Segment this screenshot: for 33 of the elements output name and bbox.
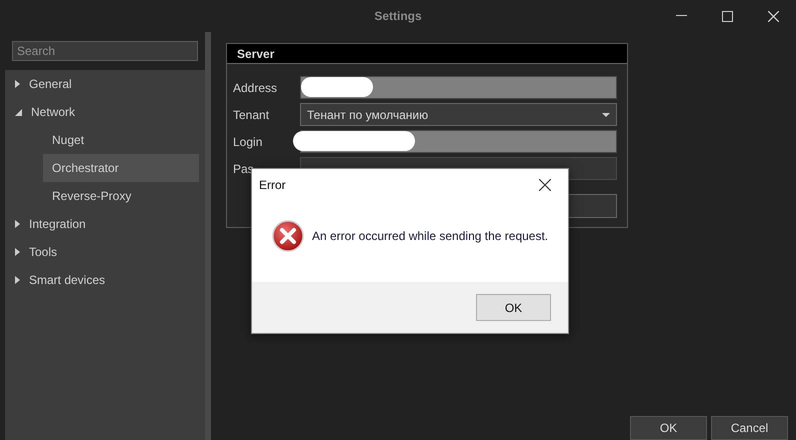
tree-item[interactable]: Network bbox=[5, 98, 199, 126]
tree-item[interactable]: Smart devices bbox=[5, 266, 199, 294]
expand-arrow-icon[interactable] bbox=[15, 276, 20, 284]
error-message: An error occurred while sending the request. bbox=[312, 228, 548, 242]
close-icon bbox=[539, 179, 551, 191]
tree-item[interactable]: Tools bbox=[5, 238, 199, 266]
tree-item[interactable]: General bbox=[5, 70, 199, 98]
group-title: Server bbox=[227, 44, 627, 64]
field-label: Login bbox=[233, 134, 264, 148]
expand-arrow-icon[interactable] bbox=[15, 248, 20, 256]
field-label: Address bbox=[233, 80, 278, 94]
ok-button[interactable]: OK bbox=[630, 416, 707, 440]
error-icon bbox=[272, 220, 304, 252]
input-field[interactable] bbox=[300, 76, 617, 99]
search-field[interactable]: Search bbox=[12, 41, 198, 61]
dialog-title: Error bbox=[259, 178, 286, 192]
tree-item[interactable]: Reverse-Proxy bbox=[43, 182, 199, 210]
expand-arrow-icon[interactable] bbox=[15, 220, 20, 228]
cancel-button[interactable]: Cancel bbox=[711, 416, 788, 440]
window-title: Settings bbox=[374, 9, 422, 23]
maximize-icon bbox=[722, 10, 732, 22]
expand-arrow-icon[interactable] bbox=[15, 80, 20, 88]
close-icon bbox=[768, 10, 778, 22]
tenant-dropdown[interactable]: Тенант по умолчанию bbox=[300, 103, 617, 126]
tree-item[interactable]: Nuget bbox=[43, 126, 199, 154]
field-label: Tenant bbox=[233, 108, 270, 122]
tree-item[interactable]: Integration bbox=[5, 210, 199, 238]
minimize-icon bbox=[676, 15, 686, 17]
ok-button[interactable]: OK bbox=[476, 294, 551, 321]
tree-item[interactable]: Orchestrator bbox=[43, 154, 199, 182]
caret-icon bbox=[602, 112, 610, 116]
collapse-arrow-icon[interactable] bbox=[15, 108, 22, 116]
scrollbar[interactable] bbox=[205, 32, 211, 440]
